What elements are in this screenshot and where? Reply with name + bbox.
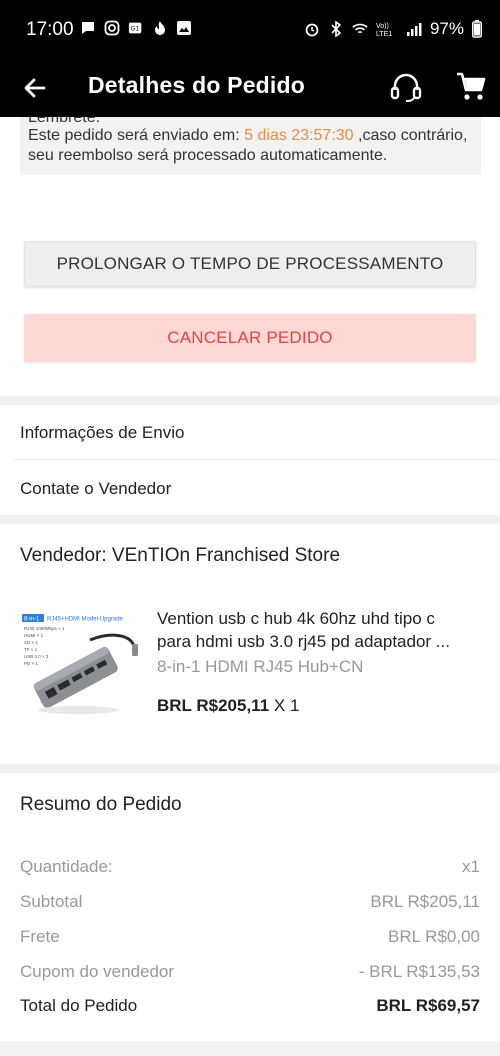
thumb-spec: RJ45 1000Mbps × 1 bbox=[24, 626, 65, 631]
summary-row-shipping: Frete BRL R$0,00 bbox=[20, 925, 480, 949]
fire-icon bbox=[152, 20, 168, 36]
total-label: Total do Pedido bbox=[20, 996, 138, 1015]
product-title[interactable]: Vention usb c hub 4k 60hz uhd tipo c par… bbox=[157, 607, 477, 653]
product-variant: 8-in-1 HDMI RJ45 Hub+CN bbox=[157, 657, 364, 676]
reminder-text: Este pedido será enviado em: 5 dias 23:5… bbox=[28, 126, 476, 166]
alarm-icon bbox=[304, 21, 320, 37]
shipping-countdown: 5 dias 23:57:30 bbox=[244, 127, 354, 144]
instagram-icon bbox=[104, 20, 120, 36]
summary-title: Resumo do Pedido bbox=[20, 794, 182, 815]
divider bbox=[14, 459, 500, 460]
order-actions-card: Lembrete: Este pedido será enviado em: 5… bbox=[0, 117, 500, 396]
svg-text:Vo)): Vo)) bbox=[376, 23, 389, 30]
cancel-order-button[interactable]: CANCELAR PEDIDO bbox=[24, 314, 476, 362]
reminder-text-before: Este pedido será enviado em: bbox=[28, 127, 245, 144]
seller-name[interactable]: Vendedor: VEnTIOn Franchised Store bbox=[20, 545, 340, 567]
thumb-badge: 8-in-1 bbox=[24, 617, 40, 623]
summary-label: Quantidade: bbox=[20, 857, 113, 876]
thumb-spec: PD × 1 bbox=[24, 661, 38, 666]
page-title: Detalhes do Pedido bbox=[88, 72, 306, 98]
contact-seller-link[interactable]: Contate o Vendedor bbox=[20, 461, 480, 516]
summary-value: x1 bbox=[462, 857, 480, 876]
shopping-cart-icon[interactable] bbox=[455, 70, 487, 104]
battery-icon bbox=[472, 20, 482, 38]
total-value: BRL R$69,57 bbox=[376, 996, 480, 1015]
summary-label: Frete bbox=[20, 927, 60, 946]
summary-row-total: Total do Pedido BRL R$69,57 bbox=[20, 994, 480, 1018]
status-time: 17:00 bbox=[26, 19, 74, 40]
chat-icon bbox=[80, 20, 96, 36]
thumb-spec: SD × 1 bbox=[24, 640, 38, 645]
signal-icon bbox=[406, 21, 422, 37]
product-title-line-2: para hdmi usb 3.0 rj45 pd adaptador ... bbox=[157, 632, 450, 651]
product-thumbnail[interactable]: 8-in-1 RJ45+HDMI Model-Upgrade RJ45 1000… bbox=[20, 610, 142, 720]
system-icons: Vo)) LTE1 97% bbox=[304, 19, 482, 39]
svg-text:LTE1: LTE1 bbox=[376, 31, 392, 37]
summary-row-quantity: Quantidade: x1 bbox=[20, 855, 480, 879]
product-price: BRL R$205,11 bbox=[157, 696, 270, 715]
battery-percent: 97% bbox=[429, 19, 464, 38]
image-icon bbox=[176, 20, 192, 36]
extend-processing-time-button[interactable]: PROLONGAR O TEMPO DE PROCESSAMENTO bbox=[24, 241, 476, 287]
thumb-spec: HDMI × 1 bbox=[24, 633, 44, 638]
summary-row-seller-coupon: Cupom do vendedor - BRL R$135,53 bbox=[20, 960, 480, 984]
product-quantity: X 1 bbox=[269, 696, 300, 715]
bluetooth-icon bbox=[328, 21, 344, 37]
summary-value: BRL R$0,00 bbox=[388, 927, 480, 946]
summary-value: BRL R$205,11 bbox=[370, 892, 480, 911]
status-bar: 17:00 G1 Vo)) LTE1 97% bbox=[0, 0, 500, 60]
app-bar: Detalhes do Pedido bbox=[0, 60, 500, 117]
seller-card: Vendedor: VEnTIOn Franchised Store 8-in-… bbox=[0, 524, 500, 764]
product-title-line-1: Vention usb c hub 4k 60hz uhd tipo c bbox=[157, 609, 435, 628]
back-arrow-icon[interactable] bbox=[20, 73, 50, 103]
volte-icon: Vo)) LTE1 bbox=[376, 21, 398, 37]
svg-text:G1: G1 bbox=[131, 26, 140, 33]
summary-value: - BRL R$135,53 bbox=[358, 962, 480, 981]
notification-icons: G1 bbox=[80, 20, 192, 36]
wifi-icon bbox=[352, 21, 368, 37]
summary-label: Cupom do vendedor bbox=[20, 962, 175, 981]
customer-support-icon[interactable] bbox=[388, 70, 424, 106]
summary-label: Subtotal bbox=[20, 892, 83, 911]
order-summary-card: Resumo do Pedido Quantidade: x1 Subtotal… bbox=[0, 773, 500, 1041]
gallery-badge-icon: G1 bbox=[128, 20, 144, 36]
shipping-info-link[interactable]: Informações de Envio bbox=[20, 405, 480, 460]
product-price-line: BRL R$205,11 X 1 bbox=[157, 696, 299, 716]
thumb-spec: TF × 1 bbox=[24, 647, 38, 652]
thumb-caption: RJ45+HDMI Model-Upgrade bbox=[47, 617, 124, 623]
reminder-box: Lembrete: Este pedido será enviado em: 5… bbox=[20, 117, 481, 175]
order-links-card: Informações de Envio Contate o Vendedor bbox=[0, 405, 500, 515]
summary-row-subtotal: Subtotal BRL R$205,11 bbox=[20, 890, 480, 914]
thumb-spec: USB 3.0 × 3 bbox=[24, 654, 49, 659]
